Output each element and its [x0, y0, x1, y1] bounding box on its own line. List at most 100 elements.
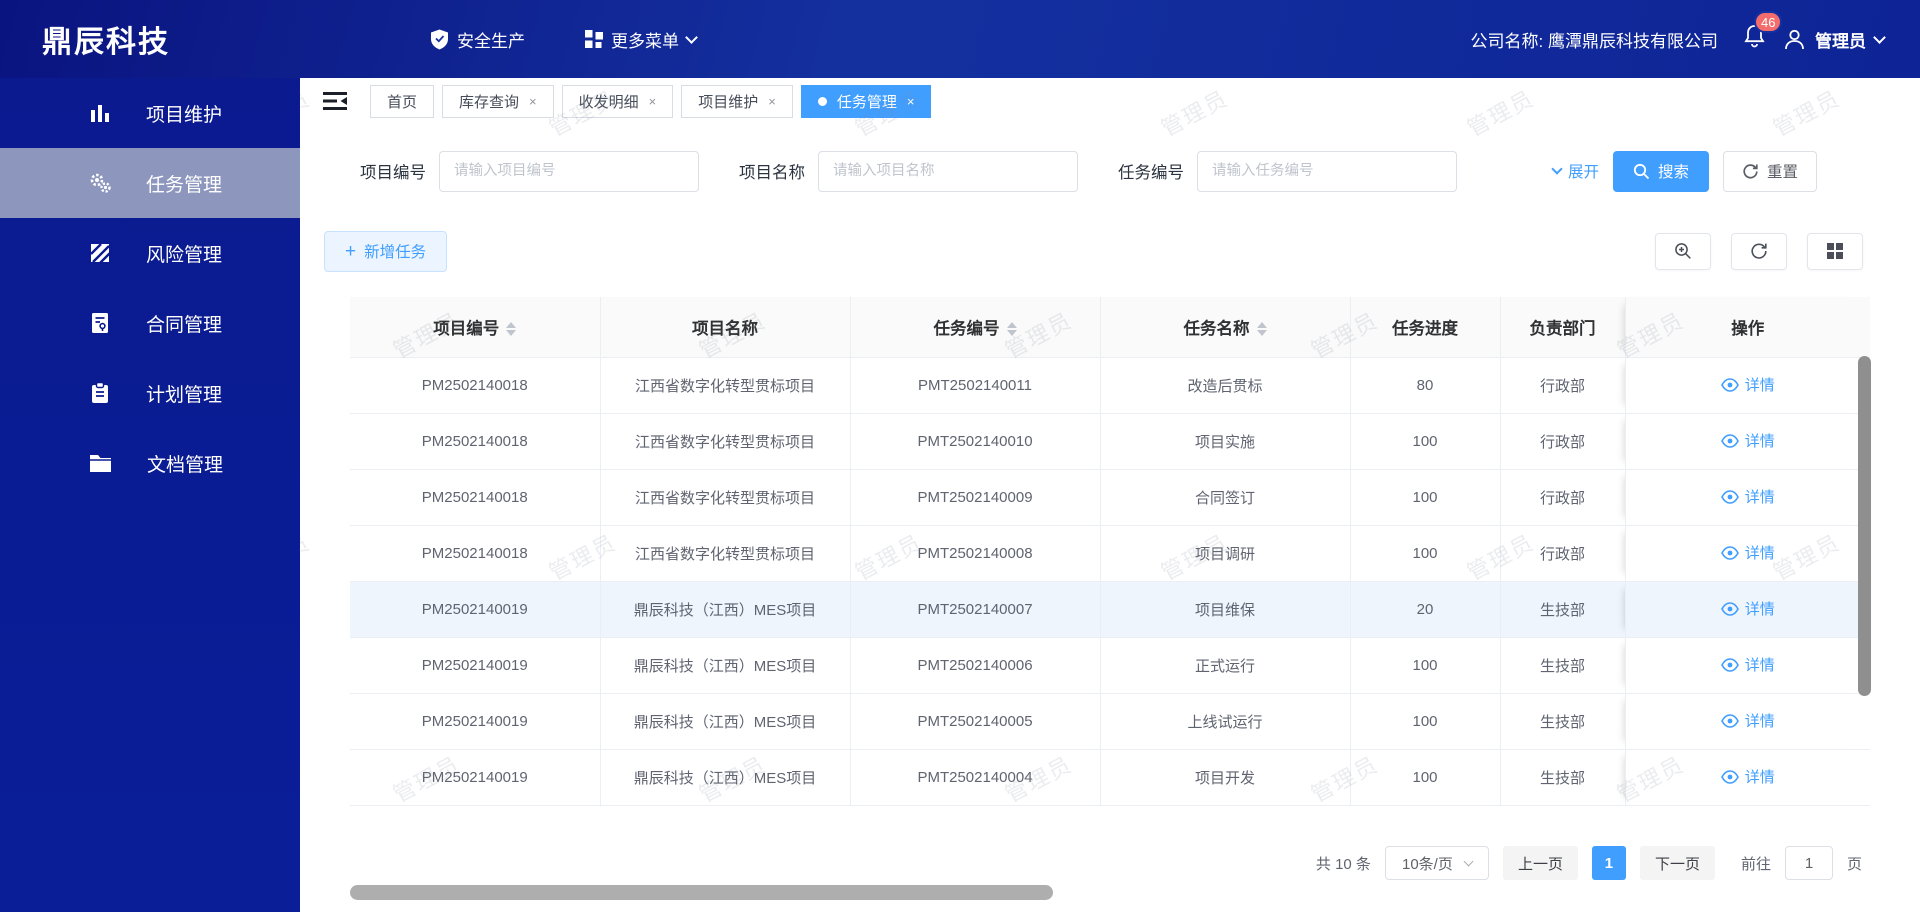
table-row[interactable]: PM2502140018 江西省数字化转型贯标项目 PMT2502140011 …	[350, 357, 1870, 414]
detail-link[interactable]: 详情	[1720, 374, 1775, 395]
page-number-1[interactable]: 1	[1591, 846, 1626, 880]
horizontal-scrollbar[interactable]	[350, 885, 1053, 900]
cell-project-name: 鼎辰科技（江西）MES项目	[600, 581, 851, 638]
sidebar-item-contract-management[interactable]: 合同管理	[0, 288, 300, 358]
eye-icon	[1720, 377, 1739, 392]
col-project-name: 项目名称	[600, 297, 851, 358]
menu-fold-icon[interactable]	[322, 90, 348, 112]
refresh-button[interactable]	[1731, 232, 1787, 270]
col-project-code[interactable]: 项目编号	[350, 297, 601, 358]
detail-link[interactable]: 详情	[1720, 654, 1775, 675]
cell-task-name: 上线试运行	[1100, 693, 1351, 750]
nav-label: 更多菜单	[611, 31, 679, 51]
task-code-input[interactable]	[1197, 150, 1457, 192]
sidebar-item-label: 计划管理	[146, 384, 223, 406]
cell-project-name: 江西省数字化转型贯标项目	[600, 413, 851, 470]
close-icon[interactable]: ×	[907, 94, 915, 109]
eye-icon	[1720, 657, 1739, 672]
nav-more-menu[interactable]: 更多菜单	[585, 27, 698, 52]
page-size-select[interactable]: 10条/页	[1384, 846, 1489, 880]
reset-button[interactable]: 重置	[1722, 150, 1817, 192]
watermark-text: 管理员	[300, 529, 315, 586]
vertical-scrollbar[interactable]	[1858, 356, 1871, 696]
nav-safety-production[interactable]: 安全生产	[430, 27, 525, 52]
cell-department: 行政部	[1500, 469, 1626, 526]
sidebar-item-project-maintenance[interactable]: 项目维护	[0, 78, 300, 148]
cell-task-progress: 100	[1350, 525, 1501, 582]
detail-link[interactable]: 详情	[1720, 766, 1775, 787]
cell-task-code: PMT2502140010	[850, 413, 1101, 470]
cell-project-name: 鼎辰科技（江西）MES项目	[600, 749, 851, 806]
username: 管理员	[1815, 31, 1866, 51]
cell-task-name: 合同签订	[1100, 469, 1351, 526]
tab-project-maintenance[interactable]: 项目维护 ×	[681, 84, 793, 118]
col-actions: 操作	[1625, 297, 1870, 358]
tab-receipt-detail[interactable]: 收发明细 ×	[561, 84, 674, 118]
table-row[interactable]: PM2502140019 鼎辰科技（江西）MES项目 PMT2502140004…	[350, 749, 1870, 806]
cell-project-code: PM2502140018	[350, 469, 601, 526]
detail-link[interactable]: 详情	[1720, 486, 1775, 507]
tab-home[interactable]: 首页	[370, 84, 435, 118]
tab-task-management[interactable]: 任务管理 ×	[800, 84, 932, 118]
detail-link[interactable]: 详情	[1720, 542, 1775, 563]
sort-icon[interactable]	[1256, 322, 1267, 337]
tab-label: 项目维护	[698, 93, 759, 111]
sidebar-item-plan-management[interactable]: 计划管理	[0, 358, 300, 428]
cell-department: 行政部	[1500, 357, 1626, 414]
prev-page-button[interactable]: 上一页	[1502, 846, 1578, 880]
sidebar-item-document-management[interactable]: 文档管理	[0, 428, 300, 498]
sidebar-item-risk-management[interactable]: 风险管理	[0, 218, 300, 288]
cell-task-name: 项目调研	[1100, 525, 1351, 582]
cell-actions: 详情	[1625, 525, 1870, 582]
sort-icon[interactable]	[1006, 322, 1017, 337]
table-row[interactable]: PM2502140019 鼎辰科技（江西）MES项目 PMT2502140005…	[350, 693, 1870, 750]
table-row[interactable]: PM2502140018 江西省数字化转型贯标项目 PMT2502140009 …	[350, 469, 1870, 526]
table-row[interactable]: PM2502140019 鼎辰科技（江西）MES项目 PMT2502140007…	[350, 581, 1870, 638]
next-page-button[interactable]: 下一页	[1639, 846, 1715, 880]
table-row[interactable]: PM2502140018 江西省数字化转型贯标项目 PMT2502140010 …	[350, 413, 1870, 470]
column-settings-button[interactable]	[1807, 232, 1863, 270]
company-name: 公司名称: 鹰潭鼎辰科技有限公司	[1470, 31, 1718, 51]
tab-inventory-query[interactable]: 库存查询 ×	[442, 84, 554, 118]
search-button[interactable]: 搜索	[1612, 150, 1709, 192]
nav-label: 安全生产	[457, 31, 525, 51]
cell-project-name: 鼎辰科技（江西）MES项目	[600, 693, 851, 750]
sidebar-item-label: 任务管理	[146, 174, 223, 196]
col-task-name[interactable]: 任务名称	[1100, 297, 1351, 358]
sidebar-item-task-management[interactable]: 任务管理	[0, 148, 300, 218]
add-task-button[interactable]: + 新增任务	[324, 230, 448, 272]
cell-project-code: PM2502140019	[350, 749, 601, 806]
col-task-code[interactable]: 任务编号	[850, 297, 1101, 358]
table-row[interactable]: PM2502140019 鼎辰科技（江西）MES项目 PMT2502140006…	[350, 637, 1870, 694]
cell-task-code: PMT2502140005	[850, 693, 1101, 750]
close-icon[interactable]: ×	[768, 94, 776, 109]
goto-prefix: 前往	[1740, 855, 1771, 873]
notification-badge: 46	[1754, 11, 1783, 33]
detail-link[interactable]: 详情	[1720, 710, 1775, 731]
chevron-down-icon	[1873, 30, 1886, 44]
close-icon[interactable]: ×	[529, 94, 537, 109]
eye-icon	[1720, 601, 1739, 616]
cell-task-progress: 100	[1350, 693, 1501, 750]
project-code-input[interactable]	[439, 150, 699, 192]
chevron-down-icon	[685, 30, 698, 44]
detail-link[interactable]: 详情	[1720, 598, 1775, 619]
zoom-in-button[interactable]	[1655, 232, 1711, 270]
grid-icon	[585, 30, 603, 48]
project-code-label: 项目编号	[360, 164, 426, 182]
project-name-input[interactable]	[818, 150, 1078, 192]
user-menu[interactable]: 管理员	[1783, 27, 1886, 52]
detail-link[interactable]: 详情	[1720, 430, 1775, 451]
table-row[interactable]: PM2502140018 江西省数字化转型贯标项目 PMT2502140008 …	[350, 525, 1870, 582]
cell-task-name: 项目维保	[1100, 581, 1351, 638]
sidebar-item-label: 合同管理	[146, 314, 223, 336]
goto-page-input[interactable]	[1784, 846, 1833, 880]
cell-task-name: 改造后贯标	[1100, 357, 1351, 414]
task-table: 项目编号 项目名称 任务编号 任务名称 任务进度 负责部门 操作 PM25021…	[350, 297, 1870, 806]
tab-label: 收发明细	[578, 93, 639, 111]
close-icon[interactable]: ×	[649, 94, 657, 109]
expand-link[interactable]: 展开	[1551, 160, 1599, 182]
sort-icon[interactable]	[506, 322, 517, 337]
pagination: 共 10 条 10条/页 上一页 1 下一页 前往 页	[1316, 846, 1862, 880]
notification-bell[interactable]: 46	[1742, 11, 1783, 55]
